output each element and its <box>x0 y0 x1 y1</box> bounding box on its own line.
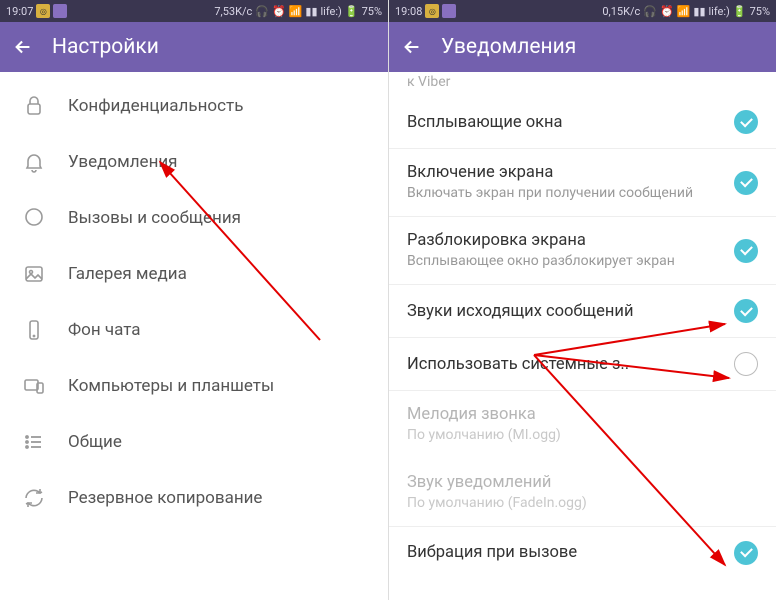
image-icon <box>22 262 46 286</box>
status-app-icon: ◎ <box>36 4 50 18</box>
headphones-icon: 🎧 <box>643 5 657 18</box>
bell-icon <box>22 150 46 174</box>
headphones-icon: 🎧 <box>255 5 269 18</box>
notif-title: Использовать системные з.. <box>407 355 724 374</box>
toggle-system-sounds[interactable] <box>734 352 758 376</box>
status-app-icon: ◎ <box>425 4 439 18</box>
wifi-icon: 📶 <box>289 5 303 18</box>
notifications-list[interactable]: к Viber Всплывающие окна Включение экран… <box>389 72 776 600</box>
settings-label: Общие <box>68 432 122 452</box>
toggle-popup[interactable] <box>734 110 758 134</box>
wifi-icon: 📶 <box>677 5 691 18</box>
settings-item-background[interactable]: Фон чата <box>0 302 388 358</box>
settings-label: Галерея медиа <box>68 264 187 284</box>
status-carrier: life:) <box>321 5 342 18</box>
settings-item-notifications[interactable]: Уведомления <box>0 134 388 190</box>
screen-notifications: 19:08 ◎ 0,15K/c 🎧 ⏰ 📶 ▮▮ life:) 🔋 75% Ув… <box>388 0 776 600</box>
settings-label: Вызовы и сообщения <box>68 208 241 228</box>
appbar-settings: Настройки <box>0 22 388 72</box>
settings-item-media[interactable]: Галерея медиа <box>0 246 388 302</box>
appbar-title: Настройки <box>52 35 159 59</box>
signal-icon: ▮▮ <box>693 5 705 18</box>
battery-icon: 🔋 <box>345 5 359 18</box>
appbar-title: Уведомления <box>441 35 576 59</box>
settings-label: Компьютеры и планшеты <box>68 376 274 396</box>
notif-title: Всплывающие окна <box>407 113 724 132</box>
statusbar-right: 19:08 ◎ 0,15K/c 🎧 ⏰ 📶 ▮▮ life:) 🔋 75% <box>389 0 776 22</box>
status-carrier: life:) <box>709 5 730 18</box>
notif-item-outgoing-sounds[interactable]: Звуки исходящих сообщений <box>389 285 776 338</box>
notif-item-screen-on[interactable]: Включение экрана Включать экран при полу… <box>389 149 776 217</box>
sync-icon <box>22 486 46 510</box>
settings-label: Резервное копирование <box>68 488 262 508</box>
status-battery: 75% <box>362 5 382 18</box>
phone-icon <box>22 318 46 342</box>
signal-icon: ▮▮ <box>305 5 317 18</box>
truncated-prev-item: к Viber <box>389 72 776 96</box>
alarm-icon: ⏰ <box>272 5 286 18</box>
status-speed: 0,15K/c <box>602 5 640 18</box>
settings-item-backup[interactable]: Резервное копирование <box>0 470 388 526</box>
list-icon <box>22 430 46 454</box>
notif-title: Звуки исходящих сообщений <box>407 302 724 321</box>
notif-title: Разблокировка экрана <box>407 231 724 250</box>
screen-settings: 19:07 ◎ 7,53K/c 🎧 ⏰ 📶 ▮▮ life:) 🔋 75% На… <box>0 0 388 600</box>
notif-subtitle: Включать экран при получении сообщений <box>407 184 724 202</box>
devices-icon <box>22 374 46 398</box>
notif-title: Мелодия звонка <box>407 405 758 424</box>
chat-icon <box>22 206 46 230</box>
settings-item-general[interactable]: Общие <box>0 414 388 470</box>
notif-item-unlock[interactable]: Разблокировка экрана Всплывающее окно ра… <box>389 217 776 285</box>
alarm-icon: ⏰ <box>660 5 674 18</box>
settings-item-calls[interactable]: Вызовы и сообщения <box>0 190 388 246</box>
notif-item-system-sounds[interactable]: Использовать системные з.. <box>389 338 776 391</box>
statusbar-left: 19:07 ◎ 7,53K/c 🎧 ⏰ 📶 ▮▮ life:) 🔋 75% <box>0 0 388 22</box>
notif-title: Звук уведомлений <box>407 473 758 492</box>
settings-label: Фон чата <box>68 320 141 340</box>
status-notif-icon <box>442 4 456 18</box>
settings-label: Уведомления <box>68 152 178 172</box>
notif-title: Включение экрана <box>407 163 724 182</box>
notif-subtitle: По умолчанию (FadeIn.ogg) <box>407 494 758 512</box>
notif-item-notif-sound: Звук уведомлений По умолчанию (FadeIn.og… <box>389 459 776 527</box>
notif-item-ringtone: Мелодия звонка По умолчанию (MI.ogg) <box>389 391 776 458</box>
settings-item-devices[interactable]: Компьютеры и планшеты <box>0 358 388 414</box>
settings-list: Конфиденциальность Уведомления Вызовы и … <box>0 72 388 600</box>
status-battery: 75% <box>750 5 770 18</box>
battery-icon: 🔋 <box>733 5 747 18</box>
toggle-screen-on[interactable] <box>734 171 758 195</box>
notif-subtitle: По умолчанию (MI.ogg) <box>407 426 758 444</box>
notif-subtitle: Всплывающее окно разблокирует экран <box>407 252 724 270</box>
back-icon[interactable] <box>12 36 34 58</box>
settings-item-privacy[interactable]: Конфиденциальность <box>0 78 388 134</box>
status-notif-icon <box>53 4 67 18</box>
notif-item-vibrate[interactable]: Вибрация при вызове <box>389 527 776 579</box>
toggle-outgoing-sounds[interactable] <box>734 299 758 323</box>
back-icon[interactable] <box>401 36 423 58</box>
toggle-unlock[interactable] <box>734 239 758 263</box>
notif-title: Вибрация при вызове <box>407 543 724 562</box>
toggle-vibrate[interactable] <box>734 541 758 565</box>
notif-item-popup[interactable]: Всплывающие окна <box>389 96 776 149</box>
appbar-notifications: Уведомления <box>389 22 776 72</box>
status-time: 19:08 <box>395 5 422 18</box>
settings-label: Конфиденциальность <box>68 96 243 116</box>
status-time: 19:07 <box>6 5 33 18</box>
status-speed: 7,53K/c <box>214 5 252 18</box>
lock-icon <box>22 94 46 118</box>
